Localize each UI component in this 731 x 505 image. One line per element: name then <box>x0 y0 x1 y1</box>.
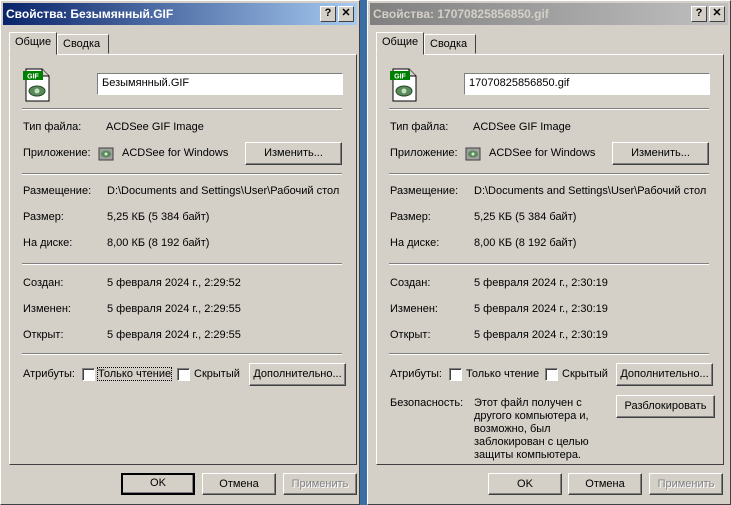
file-type-value: ACDSee GIF Image <box>106 121 204 133</box>
location-label: Размещение: <box>23 185 92 197</box>
title-bar[interactable]: Свойства: 17070825856850.gif ? ✕ <box>370 3 728 25</box>
app-label: Приложение: <box>390 147 458 159</box>
close-button[interactable]: ✕ <box>709 6 725 22</box>
window-title: Свойства: Безымянный.GIF <box>6 7 174 21</box>
readonly-checkbox[interactable] <box>82 368 95 381</box>
filename-input[interactable]: Безымянный.GIF <box>97 73 343 95</box>
separator <box>22 263 342 265</box>
disk-size-label: На диске: <box>23 237 73 249</box>
change-button[interactable]: Изменить... <box>245 142 342 165</box>
tab-summary[interactable]: Сводка <box>424 34 476 54</box>
apply-button[interactable]: Применить <box>283 473 357 495</box>
acdsee-app-icon <box>465 147 481 161</box>
window-title: Свойства: 17070825856850.gif <box>373 7 549 21</box>
svg-text:GIF: GIF <box>394 74 406 81</box>
disk-size-value: 8,00 КБ (8 192 байт) <box>474 237 577 249</box>
location-label: Размещение: <box>390 185 459 197</box>
help-button[interactable]: ? <box>320 6 336 22</box>
app-label: Приложение: <box>23 147 91 159</box>
gif-file-icon: GIF <box>390 68 417 102</box>
accessed-label: Открыт: <box>390 329 431 341</box>
created-value: 5 февраля 2024 г., 2:29:52 <box>107 277 241 289</box>
cancel-button[interactable]: Отмена <box>202 473 276 495</box>
unblock-button[interactable]: Разблокировать <box>616 395 715 418</box>
readonly-checkbox[interactable] <box>449 368 462 381</box>
hidden-checkbox[interactable] <box>177 368 190 381</box>
app-value: ACDSee for Windows 9 <box>489 147 599 159</box>
disk-size-value: 8,00 КБ (8 192 байт) <box>107 237 210 249</box>
readonly-label[interactable]: Только чтение <box>96 367 173 381</box>
modified-label: Изменен: <box>390 303 438 315</box>
location-value: D:\Documents and Settings\User\Рабочий с… <box>474 185 707 197</box>
filename-input[interactable]: 17070825856850.gif <box>464 73 710 95</box>
close-button[interactable]: ✕ <box>338 6 354 22</box>
cancel-button[interactable]: Отмена <box>568 473 642 495</box>
separator <box>389 263 709 265</box>
tab-summary[interactable]: Сводка <box>57 34 109 54</box>
modified-value: 5 февраля 2024 г., 2:29:55 <box>107 303 241 315</box>
created-label: Создан: <box>390 277 431 289</box>
separator <box>22 173 342 175</box>
modified-label: Изменен: <box>23 303 71 315</box>
hidden-checkbox[interactable] <box>545 368 558 381</box>
separator <box>22 353 342 355</box>
help-button[interactable]: ? <box>691 6 707 22</box>
security-message: Этот файл получен с другого компьютера и… <box>474 397 589 461</box>
attributes-label: Атрибуты: <box>390 368 442 380</box>
gif-file-icon: GIF <box>23 68 50 102</box>
modified-value: 5 февраля 2024 г., 2:30:19 <box>474 303 608 315</box>
size-label: Размер: <box>390 211 431 223</box>
size-value: 5,25 КБ (5 384 байт) <box>107 211 210 223</box>
properties-dialog-right: Свойства: 17070825856850.gif ? ✕ Общие С… <box>367 0 731 505</box>
file-type-label: Тип файла: <box>390 121 449 133</box>
size-label: Размер: <box>23 211 64 223</box>
file-type-value: ACDSee GIF Image <box>473 121 571 133</box>
security-label: Безопасность: <box>390 397 464 409</box>
advanced-button[interactable]: Дополнительно... <box>249 363 346 386</box>
change-button[interactable]: Изменить... <box>612 142 709 165</box>
separator <box>389 108 709 110</box>
acdsee-app-icon <box>98 147 114 161</box>
properties-dialog-left: Свойства: Безымянный.GIF ? ✕ Общие Сводк… <box>0 0 360 505</box>
file-type-label: Тип файла: <box>23 121 82 133</box>
hidden-label[interactable]: Скрытый <box>562 368 608 380</box>
separator <box>389 173 709 175</box>
app-value: ACDSee for Windows 9 <box>122 147 232 159</box>
accessed-label: Открыт: <box>23 329 64 341</box>
tab-general[interactable]: Общие <box>376 32 424 55</box>
created-label: Создан: <box>23 277 64 289</box>
disk-size-label: На диске: <box>390 237 440 249</box>
separator <box>389 353 709 355</box>
location-value: D:\Documents and Settings\User\Рабочий с… <box>107 185 340 197</box>
svg-text:GIF: GIF <box>27 74 39 81</box>
advanced-button[interactable]: Дополнительно... <box>616 363 713 386</box>
accessed-value: 5 февраля 2024 г., 2:30:19 <box>474 329 608 341</box>
hidden-label[interactable]: Скрытый <box>194 368 240 380</box>
general-tab-panel: GIF Безымянный.GIF Тип файла: ACDSee GIF… <box>9 54 357 465</box>
accessed-value: 5 февраля 2024 г., 2:29:55 <box>107 329 241 341</box>
general-tab-panel: GIF 17070825856850.gif Тип файла: ACDSee… <box>376 54 724 465</box>
readonly-label[interactable]: Только чтение <box>466 368 539 380</box>
separator <box>22 108 342 110</box>
title-bar[interactable]: Свойства: Безымянный.GIF ? ✕ <box>3 3 357 25</box>
ok-button[interactable]: OK <box>121 473 195 495</box>
size-value: 5,25 КБ (5 384 байт) <box>474 211 577 223</box>
apply-button[interactable]: Применить <box>649 473 723 495</box>
attributes-label: Атрибуты: <box>23 368 75 380</box>
ok-button[interactable]: OK <box>488 473 562 495</box>
created-value: 5 февраля 2024 г., 2:30:19 <box>474 277 608 289</box>
tab-general[interactable]: Общие <box>9 32 57 55</box>
